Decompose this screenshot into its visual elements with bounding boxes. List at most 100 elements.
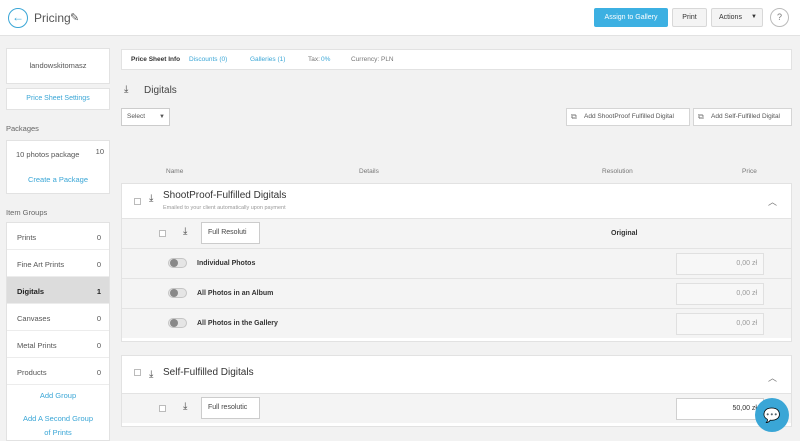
arrow-left-icon: ← xyxy=(12,10,24,24)
image-add-icon: ⧉ xyxy=(698,112,704,121)
assign-to-gallery-button[interactable]: Assign to Gallery xyxy=(594,8,668,27)
package-count: 10 xyxy=(95,147,104,156)
section-title: Digitals xyxy=(144,85,177,96)
option-row: All Photos in an Album 0,00 zł xyxy=(122,278,791,308)
tax-value-link[interactable]: 0% xyxy=(321,56,330,63)
price-input[interactable]: 0,00 zł xyxy=(676,283,764,305)
resolution-row: ⤓ Full resolutic 50,00 zł xyxy=(122,393,791,423)
add-second-group-line1: Add A Second Group xyxy=(22,414,94,423)
group-count: 0 xyxy=(96,233,101,242)
group-label: Fine Art Prints xyxy=(17,260,65,269)
option-row: Individual Photos 0,00 zł xyxy=(122,248,791,278)
panel-checkbox[interactable] xyxy=(134,198,141,205)
resolution-input[interactable]: Full Resoluti xyxy=(201,222,260,244)
group-item-products[interactable]: Products 0 xyxy=(7,358,109,385)
select-dropdown[interactable]: Select ▼ xyxy=(121,108,170,126)
pencil-icon[interactable]: ✎ xyxy=(70,11,79,24)
group-item-metal-prints[interactable]: Metal Prints 0 xyxy=(7,331,109,358)
discounts-link[interactable]: Discounts (0) xyxy=(189,56,227,63)
group-label: Prints xyxy=(17,233,37,242)
help-button[interactable]: ? xyxy=(770,8,789,27)
back-button[interactable]: ← xyxy=(8,8,28,28)
price-sheet-settings-link[interactable]: Price Sheet Settings xyxy=(6,88,110,110)
group-item-fine-art-prints[interactable]: Fine Art Prints 0 xyxy=(7,250,109,277)
column-header-price: Price xyxy=(742,168,757,175)
caret-down-icon: ▼ xyxy=(159,114,165,120)
group-item-prints[interactable]: Prints 0 xyxy=(7,223,109,250)
download-icon: ⤓ xyxy=(149,193,154,204)
column-header-name: Name xyxy=(166,168,184,175)
account-name: landowskitomasz xyxy=(6,48,110,84)
group-count: 0 xyxy=(96,368,101,377)
page-title: Pricing xyxy=(34,11,71,25)
group-count: 0 xyxy=(96,314,101,323)
toggle-switch[interactable] xyxy=(168,258,187,268)
package-name[interactable]: 10 photos package xyxy=(16,150,79,159)
self-fulfilled-panel: ⤓ Self-Fulfilled Digitals ︿ ⤓ Full resol… xyxy=(121,355,792,427)
group-label: Digitals xyxy=(17,287,45,296)
panel-subtitle: Emailed to your client automatically upo… xyxy=(163,205,286,211)
group-count: 0 xyxy=(96,341,101,350)
actions-dropdown[interactable]: Actions ▼ xyxy=(711,8,763,27)
image-add-icon: ⧉ xyxy=(571,112,577,121)
download-icon: ⤓ xyxy=(124,84,129,95)
panel-title: ShootProof-Fulfilled Digitals xyxy=(163,190,287,201)
chat-bubble-icon[interactable]: 💬 xyxy=(755,398,789,432)
group-label: Canvases xyxy=(17,314,51,323)
galleries-link[interactable]: Galleries (1) xyxy=(250,56,285,63)
price-sheet-info-tab[interactable]: Price Sheet Info xyxy=(131,56,180,63)
add-self-fulfilled-digital-button[interactable]: ⧉ Add Self-Fulfilled Digital xyxy=(693,108,792,126)
print-button[interactable]: Print xyxy=(672,8,707,27)
add-shootproof-label: Add ShootProof Fulfilled Digital xyxy=(584,113,674,120)
group-label: Metal Prints xyxy=(17,341,57,350)
resolution-input[interactable]: Full resolutic xyxy=(201,397,260,419)
top-bar: ← Pricing ✎ Assign to Gallery Print Acti… xyxy=(0,0,800,36)
chevron-up-icon[interactable]: ︿ xyxy=(768,195,777,208)
toggle-switch[interactable] xyxy=(168,288,187,298)
tax-label: Tax: xyxy=(308,56,320,63)
group-count: 1 xyxy=(96,287,101,296)
download-icon: ⤓ xyxy=(149,369,154,380)
shootproof-fulfilled-panel: ⤓ ShootProof-Fulfilled Digitals Emailed … xyxy=(121,183,792,342)
option-label: All Photos in the Gallery xyxy=(197,320,278,327)
caret-down-icon: ▼ xyxy=(751,14,757,20)
add-shootproof-digital-button[interactable]: ⧉ Add ShootProof Fulfilled Digital xyxy=(566,108,690,126)
toggle-switch[interactable] xyxy=(168,318,187,328)
group-label: Products xyxy=(17,368,47,377)
price-input[interactable]: 0,00 zł xyxy=(676,313,764,335)
item-groups-card: Prints 0 Fine Art Prints 0 Digitals 1 Ca… xyxy=(6,222,110,441)
add-second-group-line2: of Prints xyxy=(44,428,72,437)
option-label: All Photos in an Album xyxy=(197,290,274,297)
panel-title: Self-Fulfilled Digitals xyxy=(163,367,254,378)
actions-label: Actions xyxy=(719,14,742,21)
packages-heading: Packages xyxy=(6,124,39,133)
add-group-link[interactable]: Add Group xyxy=(7,389,109,403)
column-header-resolution: Resolution xyxy=(602,168,633,175)
resolution-row: ⤓ Full Resoluti Original xyxy=(122,218,791,248)
currency-label: Currency: PLN xyxy=(351,56,394,63)
panel-checkbox[interactable] xyxy=(134,369,141,376)
row-checkbox[interactable] xyxy=(159,230,166,237)
select-label: Select xyxy=(127,113,146,120)
packages-card: 10 photos package 10 Create a Package xyxy=(6,140,110,194)
download-icon: ⤓ xyxy=(183,226,188,237)
price-input[interactable]: 0,00 zł xyxy=(676,253,764,275)
item-groups-heading: Item Groups xyxy=(6,208,48,217)
option-row: All Photos in the Gallery 0,00 zł xyxy=(122,308,791,338)
resolution-label: Original xyxy=(611,230,638,237)
group-item-digitals[interactable]: Digitals 1 xyxy=(7,277,109,304)
group-count: 0 xyxy=(96,260,101,269)
add-second-group-link[interactable]: Add A Second Group of Prints xyxy=(7,412,109,440)
chevron-up-icon[interactable]: ︿ xyxy=(768,371,777,384)
group-item-canvases[interactable]: Canvases 0 xyxy=(7,304,109,331)
create-package-link[interactable]: Create a Package xyxy=(7,175,109,184)
download-icon: ⤓ xyxy=(183,401,188,412)
panel-header[interactable]: ⤓ Self-Fulfilled Digitals ︿ xyxy=(122,356,791,390)
add-self-label: Add Self-Fulfilled Digital xyxy=(711,113,781,120)
price-input[interactable]: 50,00 zł xyxy=(676,398,764,420)
price-sheet-info-bar: Price Sheet Info Discounts (0) Galleries… xyxy=(121,49,792,70)
panel-header[interactable]: ⤓ ShootProof-Fulfilled Digitals Emailed … xyxy=(122,184,791,218)
row-checkbox[interactable] xyxy=(159,405,166,412)
option-label: Individual Photos xyxy=(197,260,256,267)
column-header-details: Details xyxy=(359,168,379,175)
